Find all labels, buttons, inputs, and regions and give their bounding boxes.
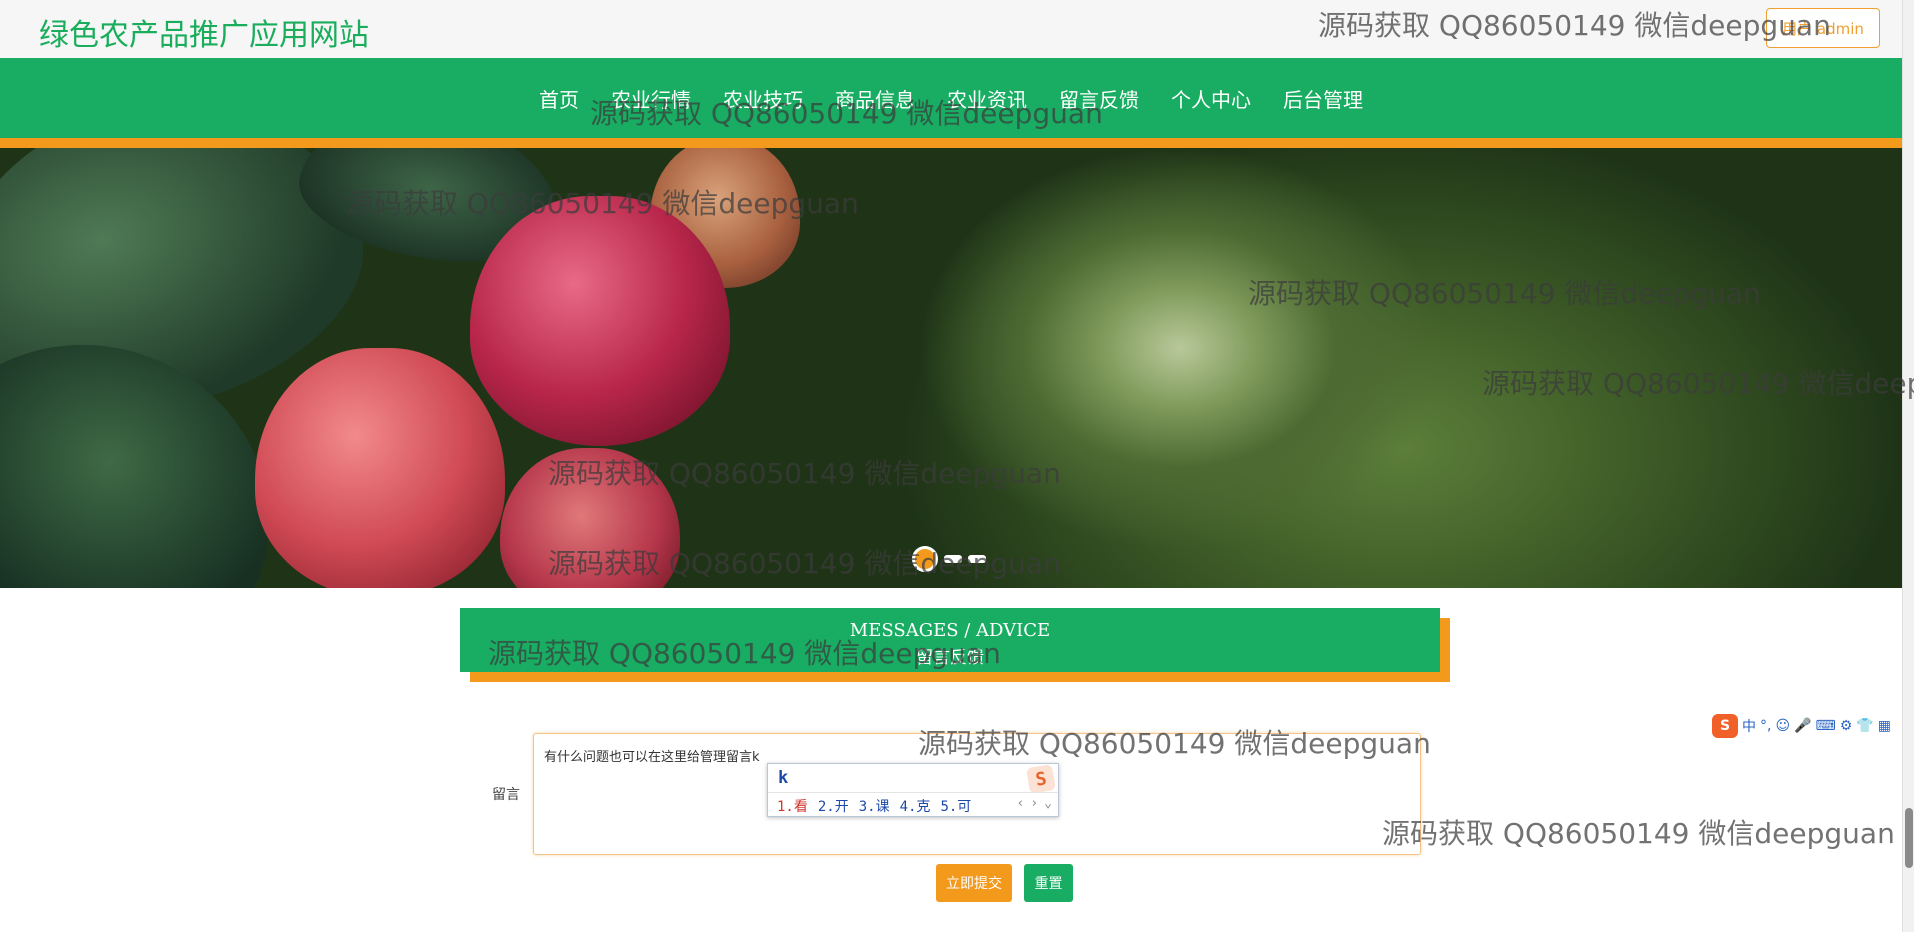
- sogou-toolbar-logo-icon[interactable]: S: [1712, 714, 1738, 738]
- ime-keyboard-icon[interactable]: ⌨: [1816, 718, 1836, 734]
- section-title-en: MESSAGES / ADVICE: [849, 620, 1051, 641]
- ime-voice-icon[interactable]: 🎤: [1794, 718, 1811, 734]
- main-nav: 首页 农业行情 农业技巧 商品信息 农业资讯 留言反馈 个人中心 后台管理: [0, 58, 1902, 138]
- ime-chinese-mode-icon[interactable]: 中: [1742, 716, 1756, 736]
- raspberry-shape: [500, 448, 680, 588]
- watermark-text: 源码获取 QQ86050149 微信deepguan: [1382, 817, 1895, 850]
- ime-candidate[interactable]: 2.开: [818, 796, 849, 816]
- ime-candidate[interactable]: 4.克: [900, 796, 931, 816]
- carousel-dot[interactable]: [968, 555, 986, 563]
- ime-candidate[interactable]: 3.课: [859, 796, 890, 816]
- carousel-dot[interactable]: [944, 555, 962, 563]
- nav-item-home[interactable]: 首页: [523, 84, 595, 113]
- carousel-indicators: [912, 546, 986, 572]
- ime-expand-icon[interactable]: ⌄: [1044, 796, 1052, 811]
- ime-prev-page-icon[interactable]: ‹: [1017, 796, 1025, 811]
- ime-composition-text: k: [778, 768, 789, 788]
- ime-candidate[interactable]: 1.看: [777, 796, 808, 816]
- reset-button[interactable]: 重置: [1024, 864, 1073, 902]
- nav-item-tips[interactable]: 农业技巧: [707, 84, 819, 113]
- carousel-dot-active[interactable]: [912, 546, 938, 572]
- raspberry-shape: [255, 348, 505, 588]
- site-title[interactable]: 绿色农产品推广应用网站: [39, 10, 369, 54]
- ime-skin-icon[interactable]: 👕: [1856, 718, 1873, 734]
- nav-item-profile[interactable]: 个人中心: [1155, 84, 1267, 113]
- ime-divider: [768, 792, 1058, 793]
- ime-tools-icon[interactable]: ⚙: [1840, 718, 1853, 734]
- ime-grid-icon[interactable]: ▦: [1878, 718, 1891, 734]
- ime-candidate-popup: k S 1.看 2.开 3.课 4.克 5.可 ‹ › ⌄: [767, 763, 1059, 817]
- message-label: 留言: [492, 787, 520, 803]
- user-menu-button[interactable]: 用户 admin: [1766, 8, 1880, 48]
- ime-punctuation-icon[interactable]: °,: [1760, 718, 1771, 734]
- nav-item-market[interactable]: 农业行情: [595, 84, 707, 113]
- page-scrollbar[interactable]: [1902, 0, 1914, 932]
- banner-carousel[interactable]: [0, 148, 1902, 588]
- nav-item-products[interactable]: 商品信息: [819, 84, 931, 113]
- section-title-cn: 留言反馈: [916, 648, 984, 668]
- ime-emoji-icon[interactable]: ☺: [1775, 718, 1790, 734]
- submit-button[interactable]: 立即提交: [936, 864, 1012, 902]
- nav-item-feedback[interactable]: 留言反馈: [1043, 84, 1155, 113]
- raspberry-shape: [470, 196, 730, 446]
- ime-candidate[interactable]: 5.可: [940, 796, 971, 816]
- scrollbar-thumb[interactable]: [1905, 808, 1913, 868]
- nav-accent-bar: [0, 138, 1902, 148]
- sogou-logo-icon: S: [1025, 763, 1057, 795]
- ime-next-page-icon[interactable]: ›: [1030, 796, 1038, 811]
- site-header: 绿色农产品推广应用网站 用户 admin: [0, 0, 1902, 58]
- ime-toolbar: S 中 °, ☺ 🎤 ⌨ ⚙ 👕 ▦: [1712, 714, 1891, 738]
- nav-item-admin[interactable]: 后台管理: [1267, 84, 1379, 113]
- nav-item-news[interactable]: 农业资讯: [931, 84, 1043, 113]
- section-title: MESSAGES / ADVICE 留言反馈: [460, 608, 1440, 672]
